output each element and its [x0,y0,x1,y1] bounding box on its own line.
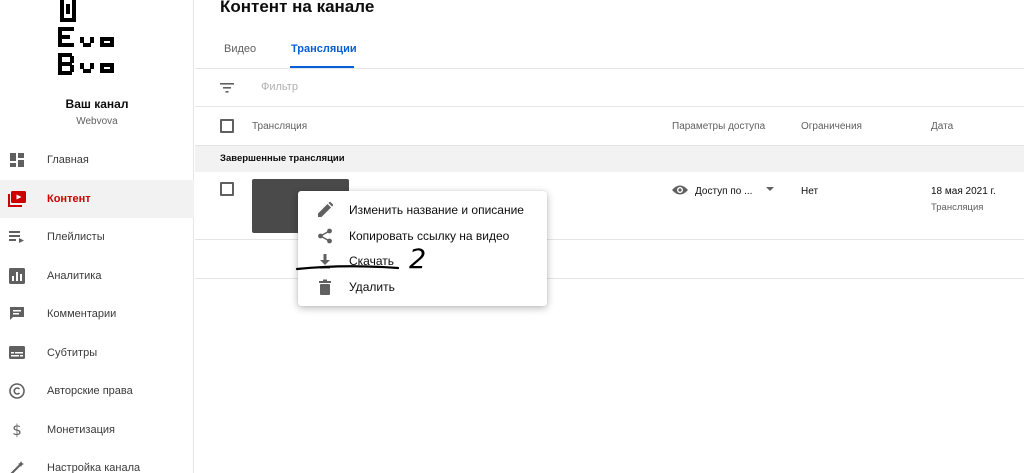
filter-input[interactable]: Фильтр [261,81,298,93]
menu-item-download[interactable]: Скачать [298,248,547,274]
sidebar-item-monetization[interactable]: $ Монетизация [0,411,194,450]
sidebar-item-label: Контент [47,192,91,205]
table-header: Трансляция Параметры доступа Ограничения… [195,107,1024,146]
sidebar-item-dashboard[interactable]: Главная [0,141,194,180]
sidebar-item-copyright[interactable]: Авторские права [0,372,194,411]
menu-item-label: Изменить название и описание [349,203,524,217]
sidebar-item-content[interactable]: Контент [0,179,194,218]
date-value: 18 мая 2021 г. [931,186,996,197]
content-icon [8,190,26,208]
sidebar-item-label: Плейлисты [47,231,105,244]
chevron-down-icon[interactable] [766,187,774,191]
select-all-checkbox[interactable] [220,119,234,133]
channel-handle: Webvova [76,116,118,127]
dollar-icon: $ [12,420,22,439]
channel-name: Ваш канал [65,97,129,111]
row-checkbox[interactable] [220,182,234,196]
copyright-icon [8,382,26,400]
column-header-visibility[interactable]: Параметры доступа [672,121,765,132]
date-type: Трансляция [931,202,984,213]
menu-item-label: Удалить [349,279,395,294]
eye-icon [672,185,688,195]
visibility-value[interactable]: Доступ по ... [695,186,752,197]
subtitles-icon [8,344,26,362]
share-icon [318,228,332,243]
filter-icon[interactable] [220,81,234,95]
analytics-icon [8,267,26,285]
section-label: Завершенные трансляции [220,153,345,164]
sidebar: Ваш канал Webvova Главная Контент Плейли… [0,0,194,473]
playlists-icon [8,228,26,246]
menu-item-label: Скачать [349,254,394,268]
context-menu: Изменить название и описание Копировать … [298,191,547,306]
filter-bar: Фильтр [195,69,1024,107]
sidebar-item-label: Аналитика [47,269,102,282]
sidebar-item-label: Главная [47,154,89,167]
sidebar-item-label: Настройка канала [47,462,141,473]
restrictions-value: Нет [801,186,819,197]
page-title: Контент на канале [220,0,375,16]
customization-icon [8,459,26,473]
column-header-date[interactable]: Дата [931,121,953,132]
tab-streams[interactable]: Трансляции [291,43,357,55]
menu-item-label: Копировать ссылку на видео [349,228,510,243]
tab-bar: Видео Трансляции [195,40,1024,69]
sidebar-item-label: Субтитры [47,346,98,359]
sidebar-nav: Главная Контент Плейлисты Аналитика Комм… [0,141,194,473]
sidebar-item-label: Монетизация [47,423,115,436]
sidebar-item-customization[interactable]: Настройка канала [0,449,194,473]
pencil-icon [318,202,333,217]
section-header: Завершенные трансляции [195,146,1024,172]
sidebar-item-label: Комментарии [47,308,117,321]
sidebar-item-analytics[interactable]: Аналитика [0,257,194,296]
active-tab-indicator [290,66,354,68]
sidebar-item-comments[interactable]: Комментарии [0,295,194,334]
sidebar-item-label: Авторские права [47,385,133,398]
menu-item-edit[interactable]: Изменить название и описание [298,197,547,223]
download-icon [320,254,330,269]
menu-item-delete[interactable]: Удалить [298,274,547,300]
column-header-restrictions[interactable]: Ограничения [801,121,862,132]
tab-videos[interactable]: Видео [224,43,256,55]
sidebar-item-playlists[interactable]: Плейлисты [0,218,194,257]
column-header-stream[interactable]: Трансляция [252,121,307,132]
comments-icon [8,305,26,323]
trash-icon [319,279,331,295]
menu-item-copy-link[interactable]: Копировать ссылку на видео [298,223,547,249]
dashboard-icon [8,151,26,169]
sidebar-item-subtitles[interactable]: Субтитры [0,334,194,373]
channel-logo[interactable] [54,0,126,80]
